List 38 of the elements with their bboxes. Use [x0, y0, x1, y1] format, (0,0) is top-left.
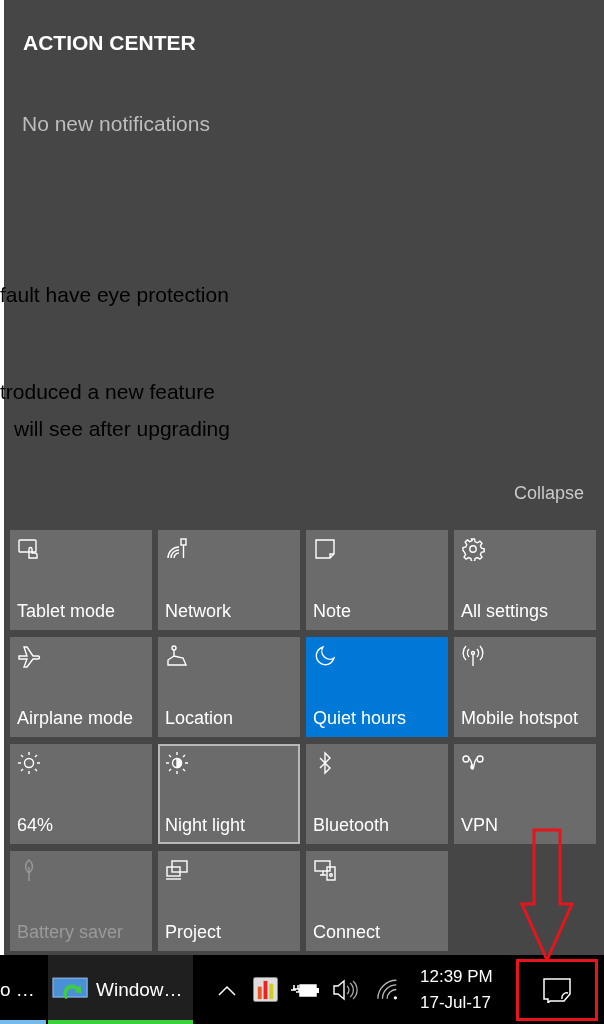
quick-action-tile[interactable]: Note — [306, 530, 448, 630]
quick-action-tile[interactable]: Connect — [306, 851, 448, 951]
notification-icon[interactable] — [542, 976, 572, 1003]
quick-action-tile[interactable]: All settings — [454, 530, 596, 630]
quick-action-tile[interactable]: Airplane mode — [10, 637, 152, 737]
gear-icon — [461, 537, 485, 561]
quick-action-tile[interactable]: Bluetooth — [306, 744, 448, 844]
note-icon — [313, 537, 337, 561]
chevron-up-icon[interactable] — [217, 983, 237, 996]
quick-action-tile[interactable]: Mobile hotspot — [454, 637, 596, 737]
connect-icon — [313, 858, 337, 882]
tablet-icon — [17, 537, 41, 561]
quick-action-tile[interactable]: Tablet mode — [10, 530, 152, 630]
clock-time[interactable]: 12:39 PM — [420, 966, 493, 987]
quick-action-tile[interactable]: Project — [158, 851, 300, 951]
network-icon — [165, 537, 189, 561]
wifi-icon[interactable] — [376, 978, 400, 1001]
hotspot-icon — [461, 644, 485, 668]
plane-icon — [17, 644, 41, 668]
project-icon — [165, 858, 189, 882]
collapse-link[interactable]: Collapse — [513, 483, 584, 504]
clock-date[interactable]: 17-Jul-17 — [420, 992, 491, 1013]
document-text: will see after upgrading — [14, 417, 231, 441]
sun-icon — [17, 751, 41, 775]
notification-message: No new notifications — [22, 112, 210, 136]
moon-icon — [313, 644, 337, 668]
speaker-icon[interactable] — [332, 978, 358, 1001]
quick-action-tile[interactable]: 64% — [10, 744, 152, 844]
quick-action-tile[interactable]: Location — [158, 637, 300, 737]
quick-action-tile[interactable]: Network — [158, 530, 300, 630]
bar-chart-icon[interactable] — [253, 977, 278, 1002]
quick-action-tile[interactable]: Quiet hours — [306, 637, 448, 737]
panel-title: ACTION CENTER — [23, 31, 196, 55]
quick-action-tile[interactable]: VPN — [454, 744, 596, 844]
taskbar-app-button[interactable]: Window… — [48, 955, 193, 1024]
location-icon — [165, 644, 189, 668]
nightlight-icon — [165, 751, 189, 775]
quick-action-tile[interactable]: Night light — [158, 744, 300, 844]
